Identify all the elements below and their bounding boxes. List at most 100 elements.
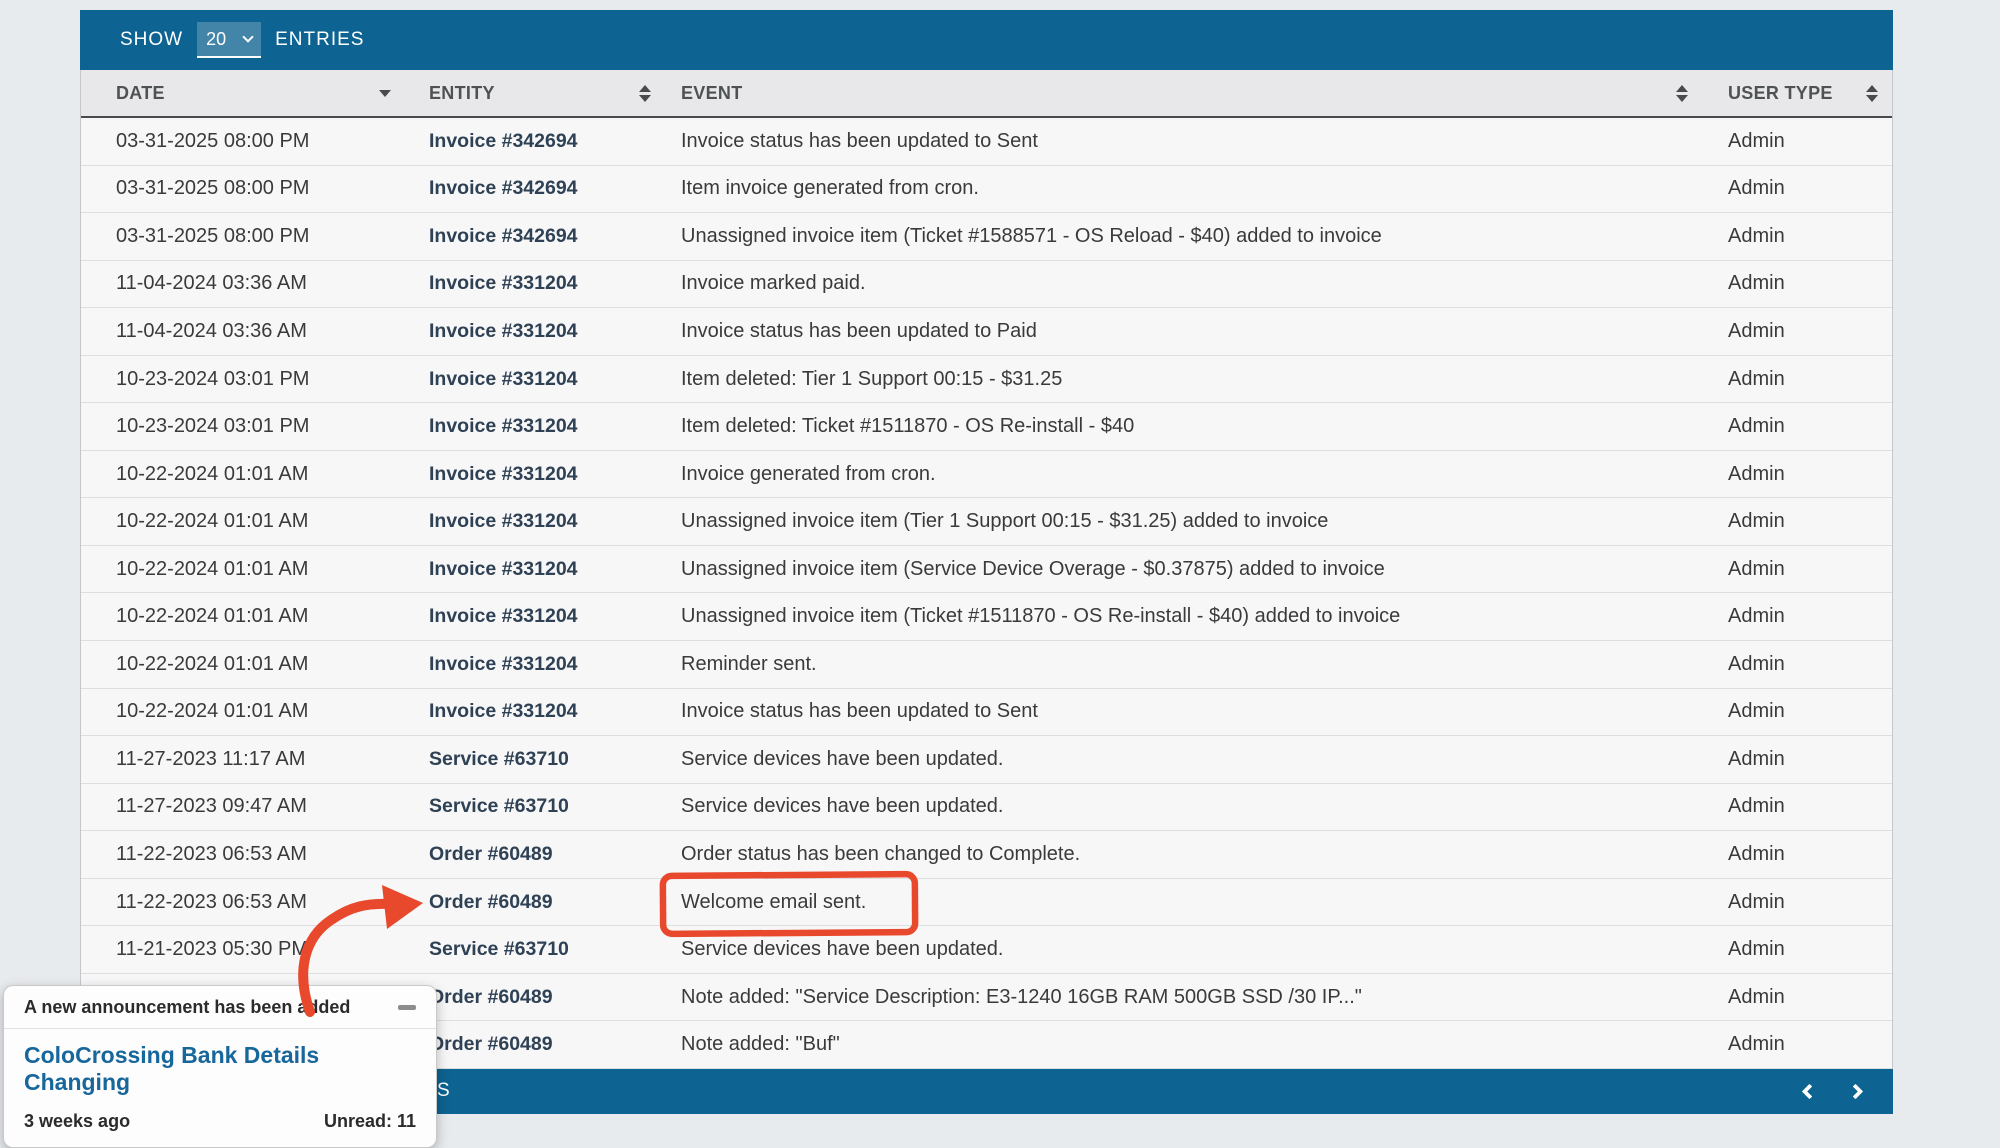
cell-entity: Invoice #331204 (416, 605, 661, 628)
table-row: 10-22-2024 01:01 AM Invoice #331204 Invo… (81, 451, 1892, 499)
table-body: 03-31-2025 08:00 PM Invoice #342694 Invo… (81, 118, 1892, 1069)
cell-entity: Order #60489 (416, 1033, 661, 1056)
cell-event: Welcome email sent. (661, 891, 1716, 914)
next-page-button[interactable] (1845, 1079, 1869, 1103)
cell-date: 11-27-2023 11:17 AM (81, 748, 416, 771)
cell-date: 03-31-2025 08:00 PM (81, 177, 416, 200)
cell-date: 11-27-2023 09:47 AM (81, 795, 416, 818)
cell-event: Service devices have been updated. (661, 748, 1716, 771)
cell-event: Unassigned invoice item (Ticket #1511870… (661, 605, 1716, 628)
cell-user-type: Admin (1716, 700, 1894, 723)
minimize-button[interactable] (398, 1001, 418, 1015)
announcement-link[interactable]: ColoCrossing Bank Details Changing (4, 1029, 436, 1100)
table-row: 10-23-2024 03:01 PM Invoice #331204 Item… (81, 403, 1892, 451)
cell-date: 11-04-2024 03:36 AM (81, 272, 416, 295)
cell-date: 10-22-2024 01:01 AM (81, 463, 416, 486)
cell-event: Order status has been changed to Complet… (661, 843, 1716, 866)
entries-select[interactable]: 20 (197, 22, 261, 58)
cell-entity: Invoice #342694 (416, 130, 661, 153)
sort-both-icon (1676, 85, 1688, 102)
announcement-popup-header: A new announcement has been added (4, 986, 436, 1029)
minus-icon (398, 1005, 416, 1010)
announcement-popup: A new announcement has been added ColoCr… (3, 985, 437, 1148)
cell-event: Note added: "Service Description: E3-124… (661, 986, 1716, 1009)
cell-event: Service devices have been updated. (661, 938, 1716, 961)
column-label-entity: ENTITY (429, 83, 495, 104)
cell-entity: Invoice #331204 (416, 700, 661, 723)
cell-entity: Invoice #331204 (416, 653, 661, 676)
cell-user-type: Admin (1716, 605, 1894, 628)
cell-date: 10-22-2024 01:01 AM (81, 510, 416, 533)
table-row: 10-23-2024 03:01 PM Invoice #331204 Item… (81, 356, 1892, 404)
cell-date: 10-22-2024 01:01 AM (81, 700, 416, 723)
cell-date: 10-22-2024 01:01 AM (81, 605, 416, 628)
cell-event: Note added: "Buf" (661, 1033, 1716, 1056)
cell-user-type: Admin (1716, 177, 1894, 200)
table-row: 10-22-2024 01:01 AM Invoice #331204 Unas… (81, 546, 1892, 594)
column-label-date: DATE (116, 83, 165, 104)
cell-event: Invoice generated from cron. (661, 463, 1716, 486)
cell-user-type: Admin (1716, 748, 1894, 771)
announcement-title: A new announcement has been added (24, 997, 350, 1018)
table-row: 11-27-2023 11:17 AM Service #63710 Servi… (81, 736, 1892, 784)
cell-entity: Order #60489 (416, 843, 661, 866)
cell-user-type: Admin (1716, 938, 1894, 961)
cell-user-type: Admin (1716, 653, 1894, 676)
cell-event: Unassigned invoice item (Tier 1 Support … (661, 510, 1716, 533)
cell-user-type: Admin (1716, 368, 1894, 391)
cell-entity: Invoice #331204 (416, 320, 661, 343)
table-header-row: DATE ENTITY EVENT USER TYPE (81, 70, 1892, 118)
cell-event: Invoice status has been updated to Sent (661, 130, 1716, 153)
table-row: 03-31-2025 08:00 PM Invoice #342694 Item… (81, 166, 1892, 214)
cell-user-type: Admin (1716, 130, 1894, 153)
cell-date: 03-31-2025 08:00 PM (81, 225, 416, 248)
cell-user-type: Admin (1716, 272, 1894, 295)
cell-event: Item invoice generated from cron. (661, 177, 1716, 200)
sort-both-icon (1866, 85, 1878, 102)
column-header-user-type[interactable]: USER TYPE (1716, 70, 1894, 116)
previous-page-button[interactable] (1795, 1079, 1819, 1103)
table-row: 11-21-2023 05:30 PM Service #63710 Servi… (81, 926, 1892, 974)
cell-entity: Order #60489 (416, 986, 661, 1009)
entries-label: ENTRIES (275, 29, 364, 51)
activity-log-table: SHOW 20 ENTRIES DATE ENTITY EVENT USER T… (80, 10, 1893, 1114)
cell-entity: Invoice #342694 (416, 225, 661, 248)
cell-entity: Invoice #331204 (416, 463, 661, 486)
cell-date: 10-22-2024 01:01 AM (81, 558, 416, 581)
pagination (1795, 1069, 1893, 1114)
cell-entity: Service #63710 (416, 795, 661, 818)
column-header-entity[interactable]: ENTITY (416, 70, 661, 116)
column-header-event[interactable]: EVENT (661, 70, 1716, 116)
table-row: 03-31-2025 08:00 PM Invoice #342694 Unas… (81, 213, 1892, 261)
cell-entity: Invoice #342694 (416, 177, 661, 200)
table-row: 11-04-2024 03:36 AM Invoice #331204 Invo… (81, 308, 1892, 356)
sort-desc-icon (379, 90, 391, 97)
column-label-event: EVENT (681, 83, 743, 104)
table-row: 10-22-2024 01:01 AM Invoice #331204 Remi… (81, 641, 1892, 689)
cell-user-type: Admin (1716, 320, 1894, 343)
cell-event: Item deleted: Ticket #1511870 - OS Re-in… (661, 415, 1716, 438)
cell-event: Unassigned invoice item (Service Device … (661, 558, 1716, 581)
cell-entity: Invoice #331204 (416, 558, 661, 581)
column-header-date[interactable]: DATE (81, 70, 416, 116)
cell-user-type: Admin (1716, 843, 1894, 866)
footer-info-text: S (437, 1080, 451, 1102)
cell-user-type: Admin (1716, 415, 1894, 438)
cell-entity: Service #63710 (416, 748, 661, 771)
cell-date: 11-21-2023 05:30 PM (81, 938, 416, 961)
table-row: 11-27-2023 09:47 AM Service #63710 Servi… (81, 784, 1892, 832)
cell-date: 11-22-2023 06:53 AM (81, 891, 416, 914)
cell-date: 03-31-2025 08:00 PM (81, 130, 416, 153)
cell-date: 10-23-2024 03:01 PM (81, 415, 416, 438)
cell-event: Invoice status has been updated to Sent (661, 700, 1716, 723)
table-row: 11-22-2023 06:53 AM Order #60489 Order s… (81, 831, 1892, 879)
cell-date: 10-23-2024 03:01 PM (81, 368, 416, 391)
table-row: 11-04-2024 03:36 AM Invoice #331204 Invo… (81, 261, 1892, 309)
cell-user-type: Admin (1716, 986, 1894, 1009)
cell-entity: Order #60489 (416, 891, 661, 914)
cell-event: Service devices have been updated. (661, 795, 1716, 818)
cell-user-type: Admin (1716, 558, 1894, 581)
cell-event: Unassigned invoice item (Ticket #1588571… (661, 225, 1716, 248)
cell-user-type: Admin (1716, 795, 1894, 818)
table-row: 10-22-2024 01:01 AM Invoice #331204 Unas… (81, 498, 1892, 546)
